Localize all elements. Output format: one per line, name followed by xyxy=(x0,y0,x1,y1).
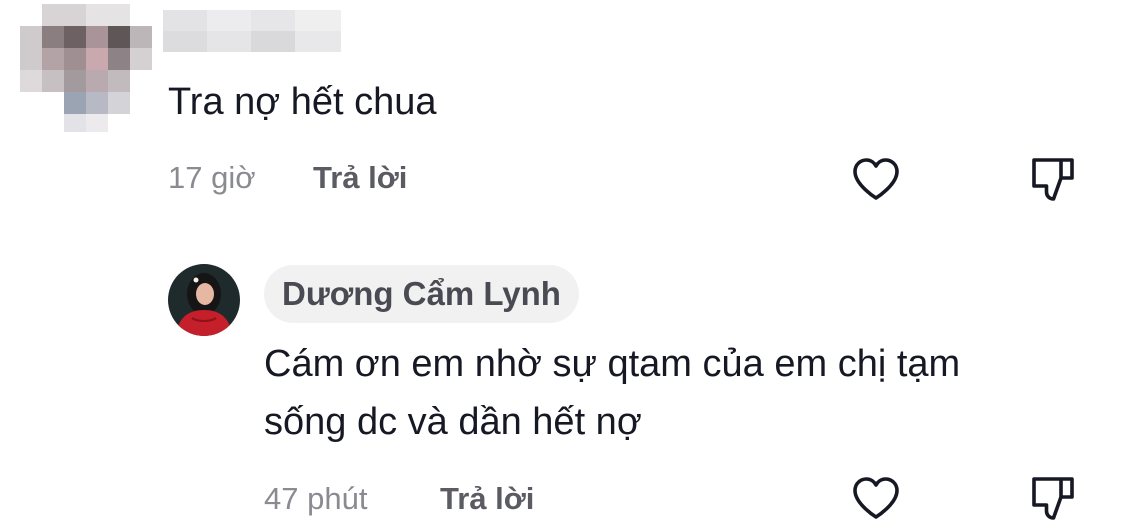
avatar-blurred[interactable] xyxy=(20,4,152,132)
reply-text-line-2: sống dc và dần hết nợ xyxy=(264,401,642,443)
reply-button[interactable]: Trả lời xyxy=(313,160,407,196)
thumbs-down-icon[interactable] xyxy=(1026,152,1082,208)
username-blurred[interactable] xyxy=(163,10,341,52)
comment-timestamp: 17 giờ xyxy=(168,160,256,195)
reply-button[interactable]: Trả lời xyxy=(440,481,534,517)
heart-outline-icon[interactable] xyxy=(848,152,904,208)
heart-outline-icon[interactable] xyxy=(848,471,904,527)
author-name-pill[interactable]: Dương Cẩm Lynh xyxy=(264,265,579,323)
thumbs-down-icon[interactable] xyxy=(1026,471,1082,527)
avatar[interactable] xyxy=(168,264,240,336)
comment-text: Tra nợ hết chua xyxy=(168,81,437,123)
reply-text-line-1: Cám ơn em nhờ sự qtam của em chị tạm xyxy=(264,343,961,385)
reply-timestamp: 47 phút xyxy=(264,481,368,516)
